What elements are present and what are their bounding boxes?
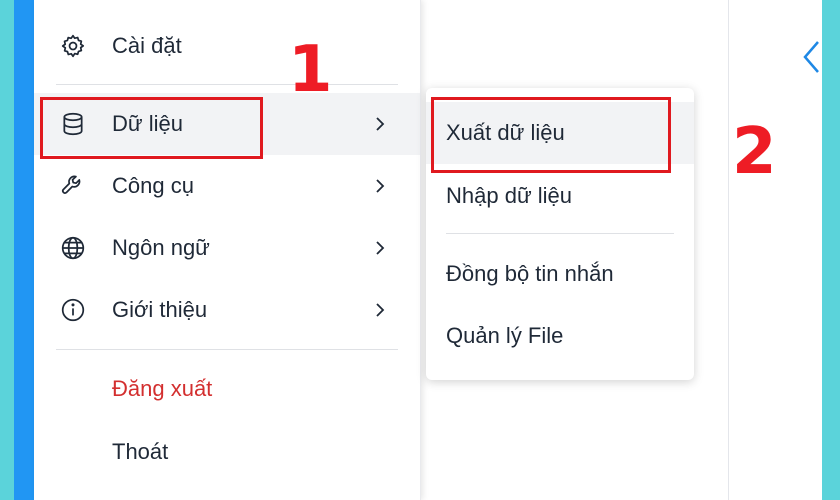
- menu-divider: [56, 84, 398, 85]
- sidebar-strip: [14, 0, 34, 500]
- menu-item-label: Công cụ: [112, 173, 194, 198]
- wrench-icon: [60, 173, 86, 199]
- globe-icon: [60, 235, 86, 261]
- chevron-left-icon[interactable]: [802, 40, 822, 74]
- chevron-right-icon: [372, 239, 388, 257]
- step-1-label: 1: [288, 33, 333, 107]
- quit-label: Thoát: [112, 439, 169, 464]
- menu-item-settings[interactable]: Cài đặt: [34, 15, 420, 77]
- menu-item-label: Giới thiệu: [112, 297, 208, 322]
- step-2-label: 2: [732, 115, 777, 189]
- highlight-box-step2: [431, 97, 671, 173]
- info-icon: [60, 297, 86, 323]
- submenu-item-label: Đồng bộ tin nhắn: [446, 261, 614, 286]
- menu-item-label: Cài đặt: [112, 33, 182, 58]
- submenu-item-import-data[interactable]: Nhập dữ liệu: [426, 165, 694, 227]
- submenu-item-label: Nhập dữ liệu: [446, 183, 573, 208]
- menu-item-quit[interactable]: Thoát: [34, 421, 420, 483]
- menu-item-language[interactable]: Ngôn ngữ: [34, 217, 420, 279]
- main-menu: Cài đặt Dữ liệu Công cụ Ngôn ngữ Giới th…: [34, 0, 421, 500]
- background-edge: [822, 0, 840, 500]
- chevron-right-icon: [372, 301, 388, 319]
- menu-divider: [56, 349, 398, 350]
- menu-item-about[interactable]: Giới thiệu: [34, 279, 420, 341]
- highlight-box-step1: [40, 97, 263, 159]
- submenu-item-file-manager[interactable]: Quản lý File: [426, 305, 694, 367]
- gear-icon: [60, 33, 86, 59]
- chevron-right-icon: [372, 115, 388, 133]
- menu-item-logout[interactable]: Đăng xuất: [34, 358, 420, 420]
- menu-item-label: Ngôn ngữ: [112, 235, 210, 260]
- submenu-item-sync-messages[interactable]: Đồng bộ tin nhắn: [426, 243, 694, 305]
- chevron-right-icon: [372, 177, 388, 195]
- submenu-divider: [446, 233, 674, 234]
- menu-item-tools[interactable]: Công cụ: [34, 155, 420, 217]
- panel-divider: [728, 0, 729, 500]
- submenu-item-label: Quản lý File: [446, 323, 564, 348]
- logout-label: Đăng xuất: [112, 376, 213, 401]
